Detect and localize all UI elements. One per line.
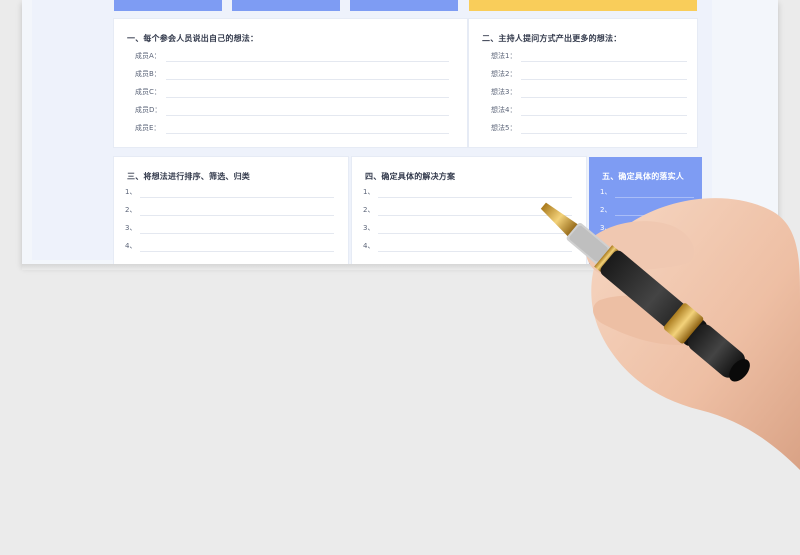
section-title: 五、确定具体的落实人	[602, 172, 684, 181]
section-host-questions: 二、主持人提问方式产出更多的想法： 想法1： 想法2： 想法3： 想法4： 想法…	[469, 19, 697, 147]
row-label: 成员B：	[135, 70, 161, 78]
input-line[interactable]	[140, 251, 334, 252]
header-bar-2	[232, 0, 340, 11]
section-title: 一、每个参会人员说出自己的想法：	[127, 34, 259, 43]
input-line[interactable]	[166, 133, 449, 134]
row-label: 想法2：	[491, 70, 517, 78]
input-line[interactable]	[615, 215, 694, 216]
row-label: 成员A：	[135, 52, 161, 60]
member-row: 成员E：	[114, 119, 467, 137]
section-title: 四、确定具体的解决方案	[365, 172, 456, 181]
sheet-shadow-edge	[22, 264, 778, 270]
input-line[interactable]	[615, 197, 694, 198]
row-label: 2、	[125, 206, 137, 214]
row-label: 成员D：	[135, 106, 162, 114]
input-line[interactable]	[378, 197, 572, 198]
list-row: 2、	[114, 201, 348, 219]
idea-row: 想法5：	[469, 119, 697, 137]
idea-row: 想法1：	[469, 47, 697, 65]
input-line[interactable]	[521, 133, 687, 134]
row-label: 3、	[600, 224, 612, 232]
input-line[interactable]	[378, 215, 572, 216]
input-line[interactable]	[378, 233, 572, 234]
row-label: 1、	[363, 188, 375, 196]
list-row: 1、	[352, 183, 586, 201]
row-label: 3、	[363, 224, 375, 232]
member-row: 成员C：	[114, 83, 467, 101]
header-bar-3	[350, 0, 458, 11]
member-row: 成员B：	[114, 65, 467, 83]
input-line[interactable]	[140, 197, 334, 198]
member-row: 成员D：	[114, 101, 467, 119]
member-row: 成员A：	[114, 47, 467, 65]
row-label: 成员C：	[135, 88, 161, 96]
list-row: 3、	[352, 219, 586, 237]
input-line[interactable]	[140, 215, 334, 216]
thumb-shape	[593, 295, 699, 345]
row-label: 3、	[125, 224, 137, 232]
sheet-content-area: 一、每个参会人员说出自己的想法： 成员A： 成员B： 成员C： 成员D： 成员E…	[32, 0, 712, 265]
row-label: 2、	[600, 206, 612, 214]
input-line[interactable]	[521, 61, 687, 62]
row-label: 1、	[125, 188, 137, 196]
section-solution: 四、确定具体的解决方案 1、 2、 3、 4、	[352, 157, 586, 265]
input-line[interactable]	[166, 97, 449, 98]
row-label: 想法3：	[491, 88, 517, 96]
list-row: 3、	[589, 219, 702, 237]
input-line[interactable]	[166, 79, 449, 80]
list-row: 2、	[352, 201, 586, 219]
idea-row: 想法4：	[469, 101, 697, 119]
section-owner: 五、确定具体的落实人 1、 2、 3、	[589, 157, 702, 265]
section-title: 二、主持人提问方式产出更多的想法：	[482, 34, 622, 43]
row-label: 想法4：	[491, 106, 517, 114]
row-label: 想法1：	[491, 52, 517, 60]
input-line[interactable]	[378, 251, 572, 252]
list-row: 4、	[114, 237, 348, 255]
list-row: 1、	[589, 183, 702, 201]
input-line[interactable]	[521, 115, 687, 116]
row-label: 想法5：	[491, 124, 517, 132]
spreadsheet-sheet: 一、每个参会人员说出自己的想法： 成员A： 成员B： 成员C： 成员D： 成员E…	[22, 0, 778, 265]
row-label: 成员E：	[135, 124, 161, 132]
row-label: 1、	[600, 188, 612, 196]
section-title: 三、将想法进行排序、筛选、归类	[127, 172, 250, 181]
input-line[interactable]	[140, 233, 334, 234]
header-bar-4	[469, 0, 697, 11]
row-label: 4、	[125, 242, 137, 250]
idea-row: 想法2：	[469, 65, 697, 83]
input-line[interactable]	[166, 115, 449, 116]
header-bar-1	[114, 0, 222, 11]
list-row: 3、	[114, 219, 348, 237]
idea-row: 想法3：	[469, 83, 697, 101]
input-line[interactable]	[521, 79, 687, 80]
input-line[interactable]	[521, 97, 687, 98]
input-line[interactable]	[166, 61, 449, 62]
input-line[interactable]	[615, 233, 694, 234]
row-label: 2、	[363, 206, 375, 214]
section-member-ideas: 一、每个参会人员说出自己的想法： 成员A： 成员B： 成员C： 成员D： 成员E…	[114, 19, 467, 147]
row-label: 4、	[363, 242, 375, 250]
section-sort-filter: 三、将想法进行排序、筛选、归类 1、 2、 3、 4、	[114, 157, 348, 265]
list-row: 4、	[352, 237, 586, 255]
list-row: 1、	[114, 183, 348, 201]
list-row: 2、	[589, 201, 702, 219]
